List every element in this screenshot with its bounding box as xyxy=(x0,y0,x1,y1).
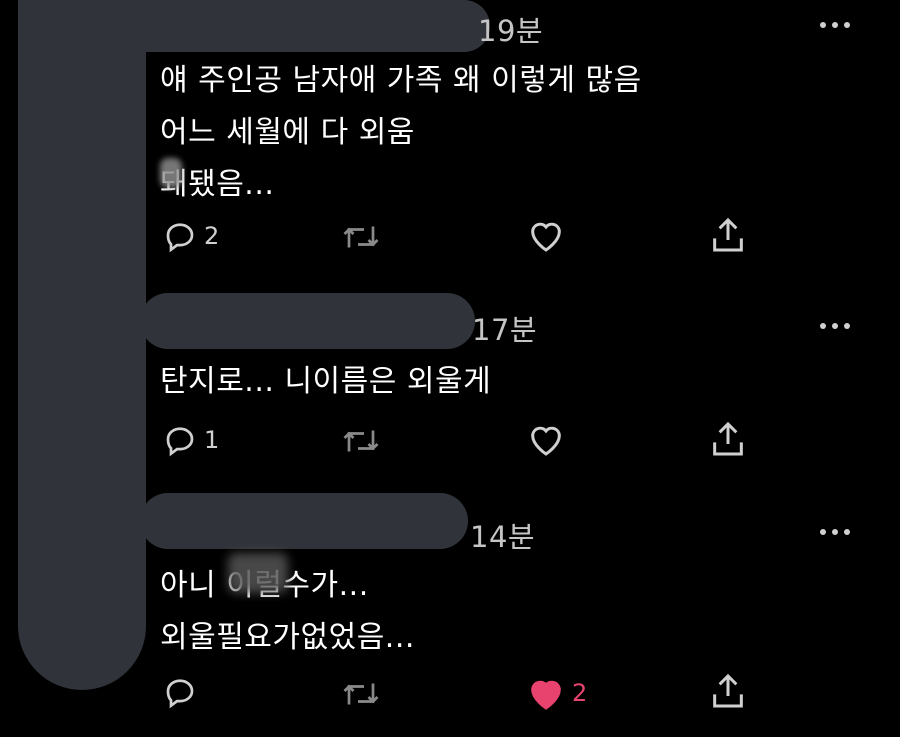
tweet-text-line: 얘 주인공 남자애 가족 왜 이렇게 많음 xyxy=(160,63,642,98)
like-button[interactable]: 2 xyxy=(526,674,587,712)
more-icon[interactable] xyxy=(820,20,860,30)
like-button[interactable] xyxy=(526,420,566,458)
share-button[interactable] xyxy=(708,670,748,712)
retweet-icon xyxy=(343,683,379,705)
retweet-button[interactable] xyxy=(340,424,382,458)
reply-count: 1 xyxy=(204,426,220,454)
blurred-text xyxy=(228,553,288,593)
redacted-username xyxy=(140,493,468,549)
redacted-username xyxy=(60,0,490,52)
share-icon xyxy=(713,217,743,252)
reply-icon xyxy=(166,679,194,709)
heart-icon xyxy=(531,426,561,456)
reply-button[interactable]: 2 xyxy=(162,218,219,254)
heart-icon xyxy=(531,222,561,252)
retweet-icon xyxy=(343,226,379,248)
reply-button[interactable]: 1 xyxy=(162,422,219,458)
retweet-button[interactable] xyxy=(340,677,382,711)
reply-icon xyxy=(166,427,194,457)
share-icon xyxy=(713,421,743,456)
share-icon xyxy=(713,673,743,708)
more-icon[interactable] xyxy=(820,527,860,537)
tweet-text-line: 탄지로... 니이름은 외울게 xyxy=(160,364,492,399)
share-button[interactable] xyxy=(708,418,748,460)
like-button[interactable] xyxy=(526,216,566,254)
reply-count: 2 xyxy=(204,222,220,250)
redacted-username xyxy=(140,293,475,349)
redacted-avatar-column xyxy=(18,0,146,690)
more-icon[interactable] xyxy=(820,321,860,331)
tweet-time: 14분 xyxy=(470,520,536,554)
heart-icon xyxy=(531,680,561,710)
tweet-time: 17분 xyxy=(472,313,538,347)
share-button[interactable] xyxy=(708,214,748,256)
tweet-text-line: 외울필요가없었음... xyxy=(160,620,415,655)
reply-icon xyxy=(166,223,194,253)
blurred-text xyxy=(160,158,182,188)
retweet-icon xyxy=(343,430,379,452)
reply-button[interactable] xyxy=(162,674,204,710)
like-count: 2 xyxy=(572,679,588,707)
retweet-button[interactable] xyxy=(340,220,382,254)
tweet-text-line: 어느 세월에 다 외움 xyxy=(160,115,415,150)
tweet-time: 19분 xyxy=(478,14,544,48)
